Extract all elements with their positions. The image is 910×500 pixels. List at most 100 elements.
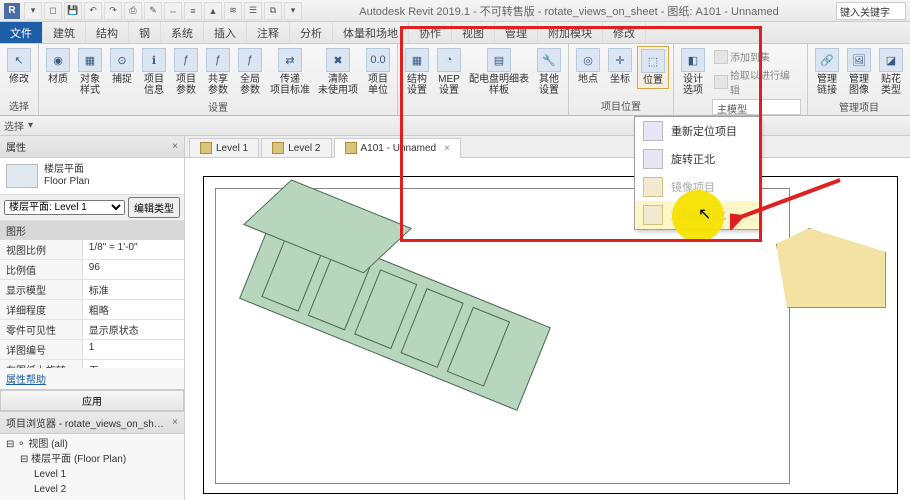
edit-type-button[interactable]: 编辑类型 bbox=[128, 197, 180, 218]
tab-architecture[interactable]: 建筑 bbox=[43, 22, 86, 43]
tab-view[interactable]: 视图 bbox=[452, 22, 495, 43]
instance-filter-row: 楼层平面: Level 1 编辑类型 bbox=[0, 195, 184, 221]
project-info-button[interactable]: ℹ项目 信息 bbox=[139, 46, 169, 98]
align-icon[interactable]: ⇔ bbox=[164, 2, 182, 20]
options-bar-selector[interactable]: 选择 bbox=[4, 118, 24, 133]
detail-level-value[interactable]: 粗略 bbox=[83, 300, 184, 319]
location-button[interactable]: ◎地点 bbox=[573, 46, 603, 87]
type-selector[interactable]: 楼层平面 Floor Plan bbox=[0, 158, 184, 195]
window-title: Autodesk Revit 2019.1 - 不可转售版 - rotate_v… bbox=[302, 3, 836, 19]
redo-icon[interactable]: ↷ bbox=[104, 2, 122, 20]
rotation-on-sheet-value[interactable]: 无 bbox=[83, 360, 184, 368]
tab-steel[interactable]: 钢 bbox=[129, 22, 161, 43]
coordinates-button[interactable]: ✛坐标 bbox=[605, 46, 635, 87]
project-units-button[interactable]: 0.0项目 单位 bbox=[363, 46, 393, 98]
decal-types-button[interactable]: ◪贴花 类型 bbox=[876, 46, 906, 98]
snap-button[interactable]: ⊙捕捉 bbox=[107, 46, 137, 87]
other-settings-button[interactable]: 🔧其他 设置 bbox=[534, 46, 564, 98]
tab-structure[interactable]: 结构 bbox=[86, 22, 129, 43]
tab-file[interactable]: 文件 bbox=[0, 22, 43, 43]
properties-header[interactable]: 属性 × bbox=[0, 136, 184, 158]
tab-manage[interactable]: 管理 bbox=[495, 22, 538, 43]
properties-table: 图形 视图比例1/8" = 1'-0" 比例值96 显示模型标准 详细程度粗略 … bbox=[0, 221, 184, 368]
purge-button[interactable]: ✖清除 未使用项 bbox=[315, 46, 361, 98]
tree-level1[interactable]: Level 1 bbox=[34, 467, 178, 482]
thin-lines-icon[interactable]: ≋ bbox=[224, 2, 242, 20]
tab-addins[interactable]: 附加模块 bbox=[538, 22, 603, 43]
section-graphics: 图形 bbox=[0, 221, 184, 240]
tree-floor-plans[interactable]: ⊟ 楼层平面 (Floor Plan) bbox=[20, 452, 178, 467]
view-icon bbox=[200, 142, 212, 154]
position-button[interactable]: ⬚位置 bbox=[637, 46, 669, 89]
properties-help-link[interactable]: 属性帮助 bbox=[0, 368, 184, 389]
tab-collaborate[interactable]: 协作 bbox=[409, 22, 452, 43]
tree-level2[interactable]: Level 2 bbox=[34, 482, 178, 497]
save-icon[interactable]: 💾 bbox=[64, 2, 82, 20]
pick-edit-icon bbox=[714, 75, 728, 89]
open-icon[interactable]: ▾ bbox=[24, 2, 42, 20]
search-help-input[interactable]: 键入关键字 bbox=[836, 2, 906, 20]
callout-arrow bbox=[730, 170, 850, 230]
tag-icon[interactable]: ≡ bbox=[184, 2, 202, 20]
view-tab-level2[interactable]: Level 2 bbox=[261, 138, 331, 157]
close-icon[interactable]: × bbox=[172, 141, 178, 152]
design-options-button[interactable]: ◧设计 选项 bbox=[678, 46, 708, 98]
tab-massing-site[interactable]: 体量和场地 bbox=[333, 22, 409, 43]
undo-icon[interactable]: ↶ bbox=[84, 2, 102, 20]
transfer-standards-button[interactable]: ⇄传递 项目标准 bbox=[267, 46, 313, 98]
measure-icon[interactable]: ✎ bbox=[144, 2, 162, 20]
tree-views[interactable]: ⊟ ⚬ 视图 (all) bbox=[6, 437, 178, 452]
panel-schedule-button[interactable]: ▤配电盘明细表 样板 bbox=[466, 46, 532, 98]
tab-modify[interactable]: 修改 bbox=[603, 22, 646, 43]
manage-links-button[interactable]: 🔗管理 链接 bbox=[812, 46, 842, 98]
detail-number-value[interactable]: 1 bbox=[83, 340, 184, 359]
global-params-button[interactable]: ƒ全局 参数 bbox=[235, 46, 265, 98]
ribbon-tabs: 文件 建筑 结构 钢 系统 插入 注释 分析 体量和场地 协作 视图 管理 附加… bbox=[0, 22, 910, 44]
rotate-north-icon bbox=[643, 149, 663, 169]
view-scale-value[interactable]: 1/8" = 1'-0" bbox=[83, 240, 184, 259]
close-hidden-icon[interactable]: ☰ bbox=[244, 2, 262, 20]
materials-button[interactable]: ◉材质 bbox=[43, 46, 73, 87]
section-icon[interactable]: ▲ bbox=[204, 2, 222, 20]
location-icon: ◎ bbox=[576, 48, 600, 72]
placed-view-small[interactable] bbox=[776, 228, 886, 308]
dd-rotate-true-north[interactable]: 旋转正北 bbox=[635, 145, 759, 173]
struct-settings-button[interactable]: ▦结构 设置 bbox=[402, 46, 432, 98]
dd-relocate-project[interactable]: 重新定位项目 bbox=[635, 117, 759, 145]
floor-plan-icon bbox=[6, 164, 38, 188]
add-to-set-button: 添加到集 bbox=[712, 48, 801, 65]
display-model-value[interactable]: 标准 bbox=[83, 280, 184, 299]
object-styles-button[interactable]: ▦对象 样式 bbox=[75, 46, 105, 98]
tab-analyze[interactable]: 分析 bbox=[290, 22, 333, 43]
ribbon-group-location: ◎地点 ✛坐标 ⬚位置 项目位置 bbox=[569, 44, 674, 115]
close-tab-icon[interactable]: × bbox=[444, 143, 450, 154]
browser-header[interactable]: 项目浏览器 - rotate_views_on_sh… × bbox=[0, 412, 184, 434]
open-file-icon[interactable]: ◻ bbox=[44, 2, 62, 20]
scale-value[interactable]: 96 bbox=[83, 260, 184, 279]
modify-button[interactable]: ↖ 修改 bbox=[4, 46, 34, 87]
apply-button[interactable]: 应用 bbox=[0, 390, 184, 411]
switch-windows-icon[interactable]: ⧉ bbox=[264, 2, 282, 20]
mep-settings-button[interactable]: ◔MEP 设置 bbox=[434, 46, 464, 98]
chevron-down-icon[interactable]: ▾ bbox=[28, 120, 33, 131]
tab-annotate[interactable]: 注释 bbox=[247, 22, 290, 43]
close-icon[interactable]: × bbox=[172, 417, 178, 428]
view-tab-sheet[interactable]: A101 - Unnamed× bbox=[334, 138, 461, 158]
main-model-dropdown[interactable]: 主模型 bbox=[712, 99, 801, 115]
instance-filter-select[interactable]: 楼层平面: Level 1 bbox=[4, 200, 125, 215]
wrench-icon: 🔧 bbox=[537, 48, 561, 72]
view-tab-level1[interactable]: Level 1 bbox=[189, 138, 259, 157]
relocate-icon bbox=[643, 121, 663, 141]
more-icon[interactable]: ▾ bbox=[284, 2, 302, 20]
tab-insert[interactable]: 插入 bbox=[204, 22, 247, 43]
project-browser: 项目浏览器 - rotate_views_on_sh… × ⊟ ⚬ 视图 (al… bbox=[0, 411, 184, 500]
project-params-button[interactable]: ƒ项目 参数 bbox=[171, 46, 201, 98]
purge-icon: ✖ bbox=[326, 48, 350, 72]
design-options-icon: ◧ bbox=[681, 48, 705, 72]
shared-params-button[interactable]: ƒ共享 参数 bbox=[203, 46, 233, 98]
parts-visibility-value[interactable]: 显示原状态 bbox=[83, 320, 184, 339]
manage-images-button[interactable]: 🖼管理 图像 bbox=[844, 46, 874, 98]
materials-icon: ◉ bbox=[46, 48, 70, 72]
print-icon[interactable]: ⎙ bbox=[124, 2, 142, 20]
tab-systems[interactable]: 系统 bbox=[161, 22, 204, 43]
